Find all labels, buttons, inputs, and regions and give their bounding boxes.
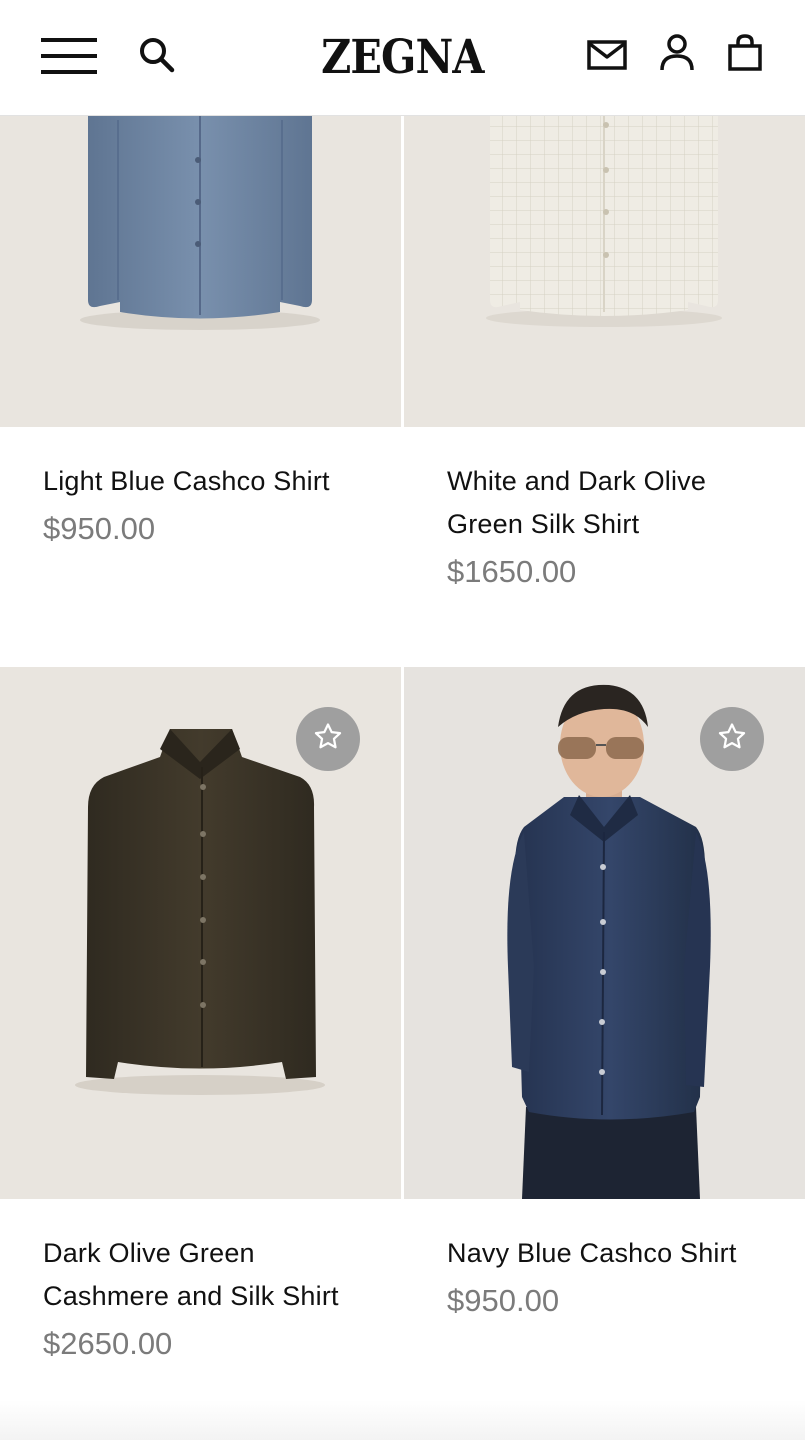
product-image[interactable] [404, 667, 805, 1199]
product-card[interactable]: Navy Blue Cashco Shirt $950.00 [404, 667, 805, 1427]
product-name[interactable]: Navy Blue Cashco Shirt [447, 1232, 767, 1275]
shopping-bag-icon [727, 33, 763, 77]
product-name[interactable]: Light Blue Cashco Shirt [43, 460, 363, 503]
product-grid: Light Blue Cashco Shirt $950.00 White an… [0, 0, 805, 1440]
product-name[interactable]: Dark Olive Green Cashmere and Silk Shirt [43, 1232, 363, 1318]
search-icon [138, 36, 176, 79]
shopping-bag-button[interactable] [718, 28, 772, 82]
product-price: $950.00 [447, 1283, 560, 1318]
product-price: $1650.00 [447, 554, 577, 589]
bottom-fade [0, 1400, 805, 1440]
wishlist-button[interactable] [700, 707, 764, 771]
product-price: $950.00 [43, 511, 156, 546]
mail-icon [587, 39, 627, 75]
product-price: $2650.00 [43, 1326, 173, 1361]
star-outline-icon [715, 720, 749, 759]
wishlist-button[interactable] [296, 707, 360, 771]
contact-button[interactable] [580, 30, 634, 84]
top-navigation-bar: ZEGNA [0, 0, 805, 116]
brand-logo[interactable]: ZEGNA [300, 26, 505, 90]
account-button[interactable] [650, 28, 704, 82]
product-card[interactable]: Dark Olive Green Cashmere and Silk Shirt… [0, 667, 401, 1427]
user-icon [660, 33, 694, 77]
search-button[interactable] [130, 30, 184, 84]
menu-button[interactable] [36, 30, 102, 86]
star-outline-icon [311, 720, 345, 759]
product-name[interactable]: White and Dark Olive Green Silk Shirt [447, 460, 767, 546]
logo-text: ZEGNA [321, 30, 484, 85]
product-image[interactable] [0, 667, 401, 1199]
hamburger-menu-icon [41, 36, 97, 81]
